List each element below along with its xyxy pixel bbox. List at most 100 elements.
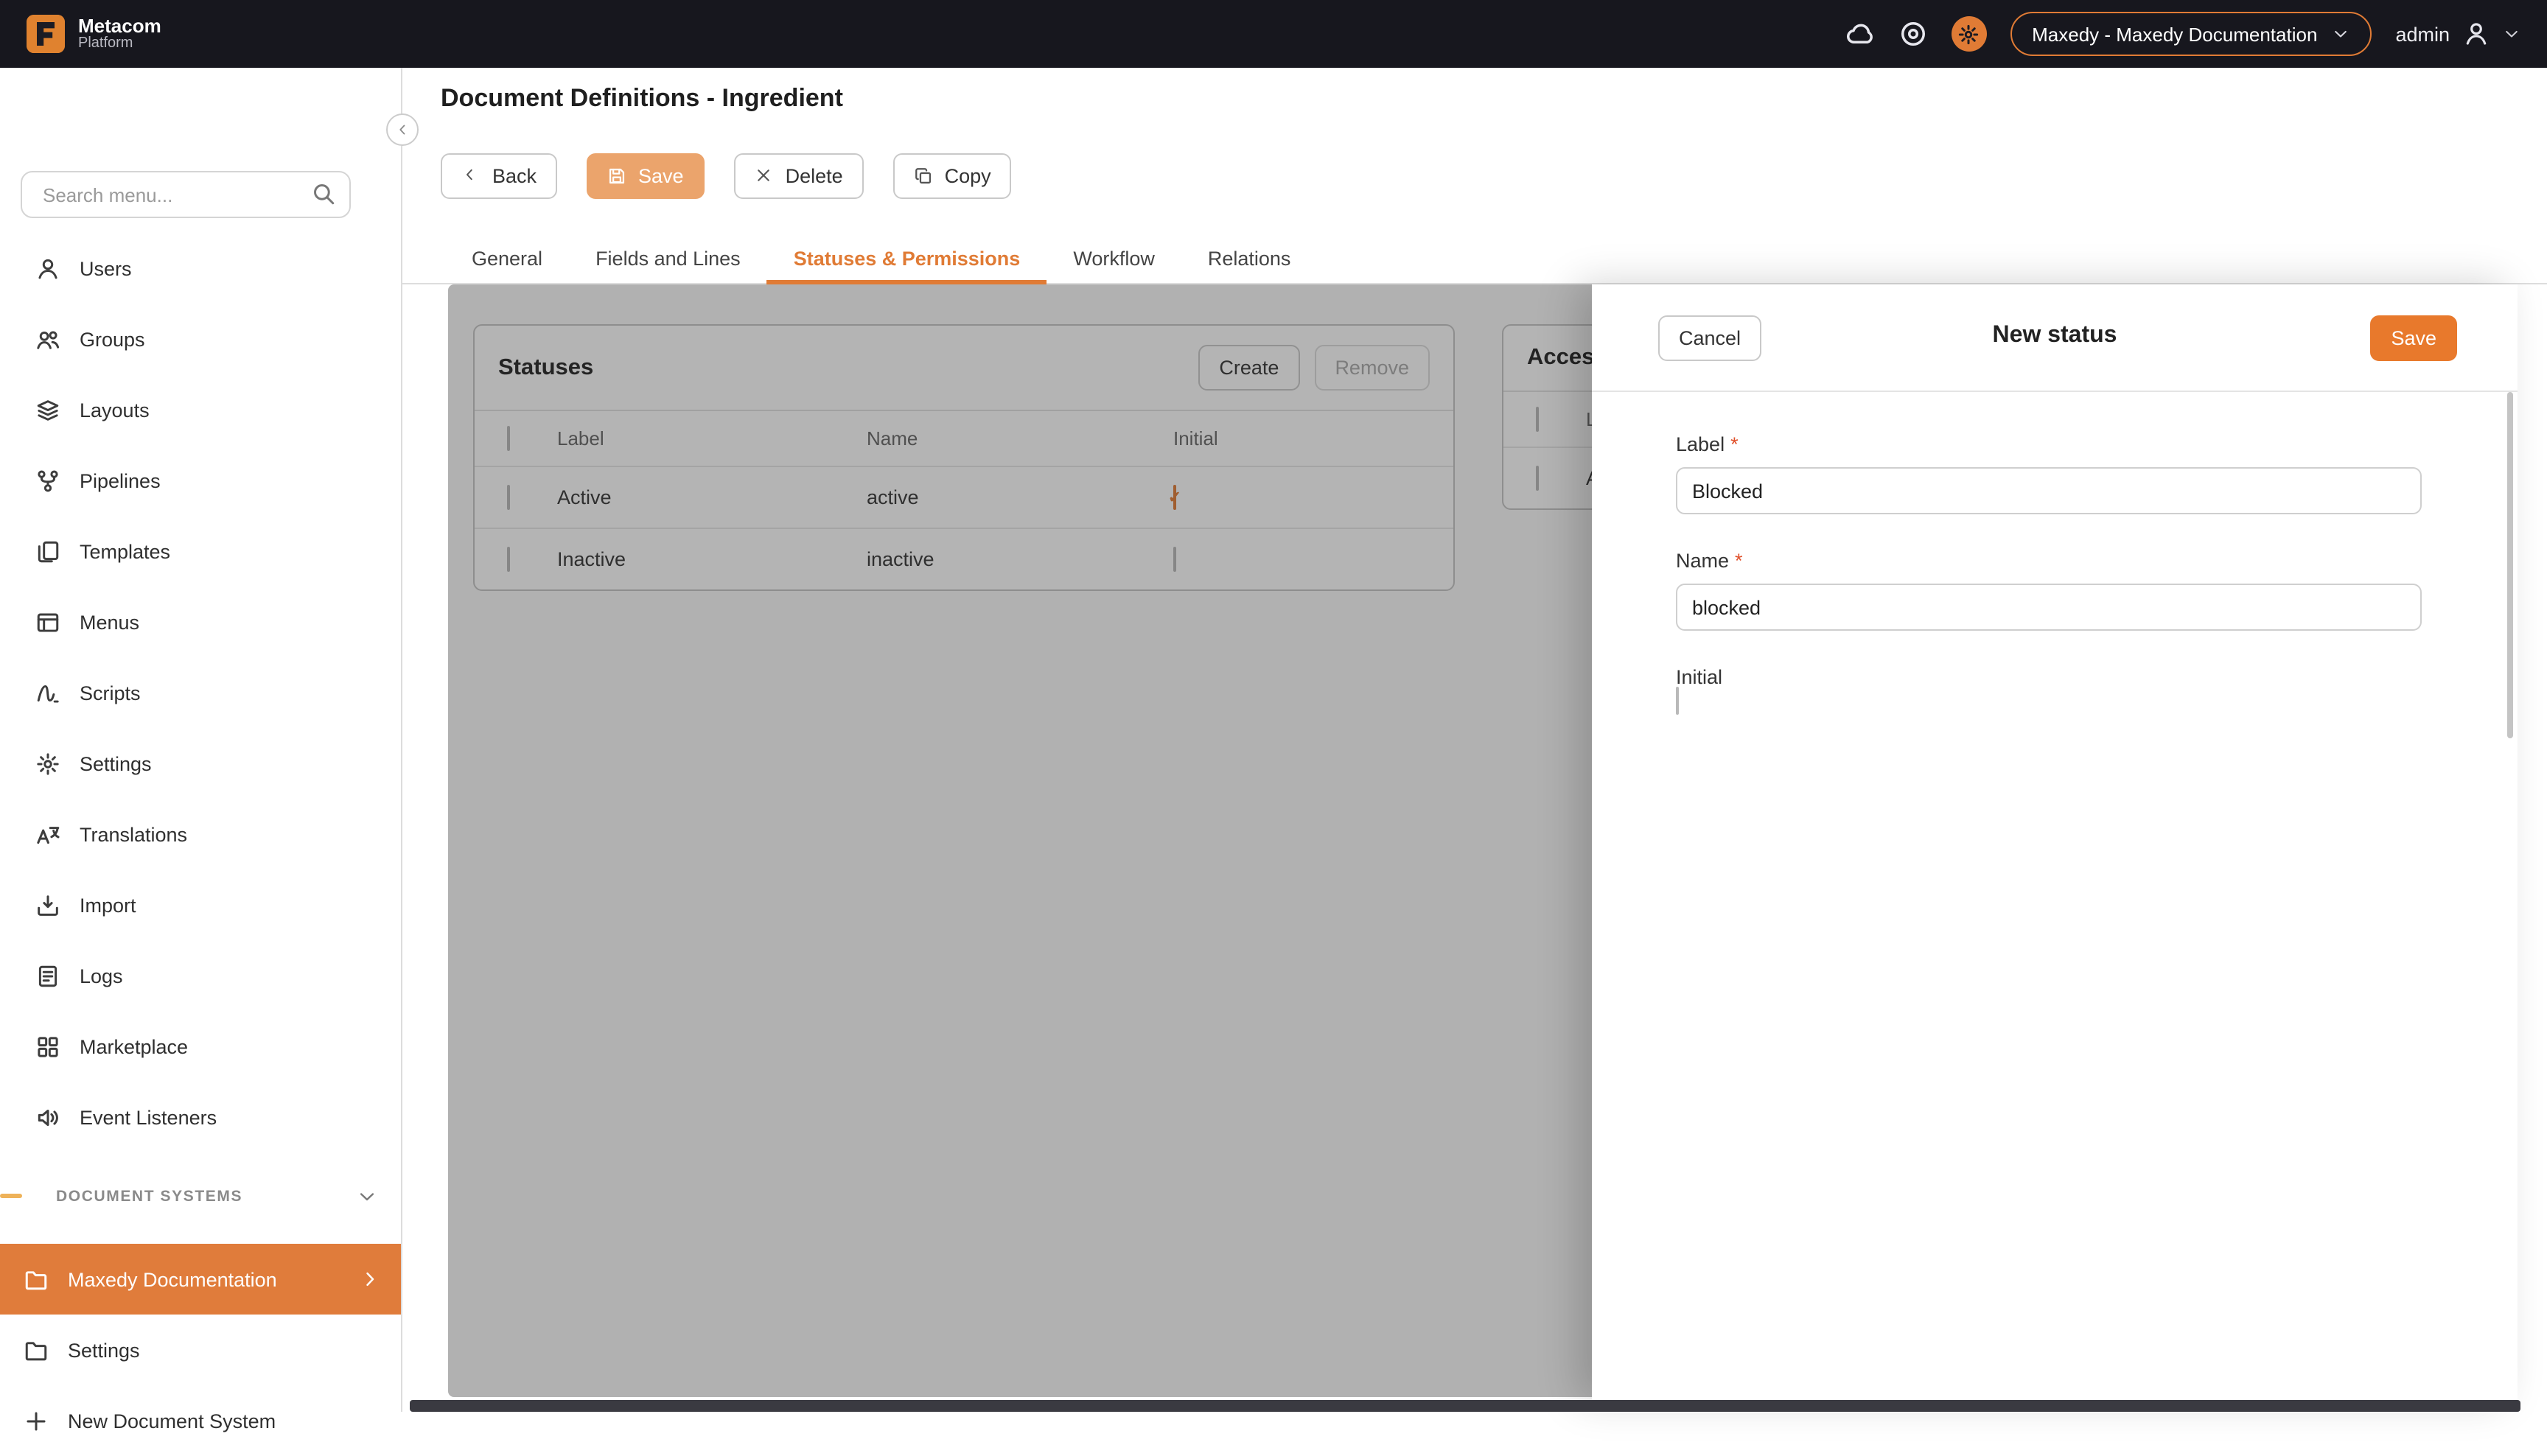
gear-icon[interactable] [1951,16,1986,52]
initial-field-label: Initial [1676,666,2518,688]
sidebar-item-label: Layouts [80,399,150,421]
sidebar-item-settings[interactable]: Settings [0,728,401,799]
topbar-right: Maxedy - Maxedy Documentation admin [1845,12,2520,56]
horizontal-scrollbar[interactable] [410,1400,2520,1412]
sidebar-item-logs[interactable]: Logs [0,940,401,1011]
field-label-text: Initial [1676,666,1722,688]
logs-icon [35,963,60,988]
sidebar-item-new-document-system[interactable]: New Document System [0,1385,401,1456]
field-label-text: Label [1676,433,1725,455]
modal-save-button[interactable]: Save [2370,315,2457,361]
section-label: DOCUMENT SYSTEMS [56,1188,242,1205]
metacom-logo-icon [27,15,65,53]
sidebar-collapse-button[interactable] [386,113,419,146]
megaphone-icon [35,1105,60,1130]
folder-icon [24,1267,49,1292]
search-input[interactable] [21,171,351,218]
sidebar-item-layouts[interactable]: Layouts [0,374,401,445]
system-selector[interactable]: Maxedy - Maxedy Documentation [2010,12,2372,56]
tab-label: Workflow [1073,247,1155,269]
sidebar-item-menus[interactable]: Menus [0,587,401,657]
import-icon [35,892,60,917]
new-status-modal: Cancel New status Save Label * Name * [1592,284,2518,1400]
system-selector-label: Maxedy - Maxedy Documentation [2032,23,2317,45]
menus-icon [35,609,60,634]
sidebar-item-translations[interactable]: Translations [0,799,401,869]
sidebar-item-label: Settings [80,752,152,774]
section-accent-dash [0,1194,22,1198]
name-field-group: Name * [1676,550,2518,631]
translate-icon [35,822,60,847]
user-icon [35,256,60,281]
section-document-systems[interactable]: DOCUMENT SYSTEMS [0,1176,401,1217]
label-field[interactable] [1676,467,2422,514]
page-toolbar: Back Save Delete Copy [441,153,1012,199]
sidebar-item-label: Templates [80,540,170,562]
sidebar-item-marketplace[interactable]: Marketplace [0,1011,401,1082]
disc-icon[interactable] [1898,19,1927,49]
brand: Metacom Platform [27,15,161,53]
tab-label: Relations [1208,247,1291,269]
detail-tabs: General Fields and Lines Statuses & Perm… [445,231,1317,284]
sidebar-item-users[interactable]: Users [0,233,401,304]
label-field-label: Label * [1676,433,2518,455]
modal-scrollbar[interactable] [2507,392,2513,738]
scripts-icon [35,680,60,705]
modal-save-label: Save [2391,327,2436,349]
save-button[interactable]: Save [587,153,705,199]
username: admin [2395,23,2450,45]
sidebar-item-label: Event Listeners [80,1106,217,1128]
back-button[interactable]: Back [441,153,557,199]
sidebar-item-label: Maxedy Documentation [68,1268,277,1290]
user-icon [2462,19,2491,49]
name-field[interactable] [1676,584,2422,631]
save-icon [607,167,626,186]
chevron-down-icon [357,1186,377,1207]
brand-name: Metacom [78,16,161,36]
copy-button[interactable]: Copy [893,153,1012,199]
chevron-left-icon [461,167,481,186]
sidebar-item-maxedy-documentation[interactable]: Maxedy Documentation [0,1244,401,1315]
sidebar-nav: Users Groups Layouts Pipelines Templates… [0,233,401,1152]
tab-statuses-and-permissions[interactable]: Statuses & Permissions [767,231,1047,284]
sidebar-item-docsystem-settings[interactable]: Settings [0,1315,401,1385]
tab-workflow[interactable]: Workflow [1047,231,1181,284]
tab-label: General [472,247,542,269]
required-asterisk: * [1735,550,1743,572]
tab-general[interactable]: General [445,231,569,284]
sidebar-item-import[interactable]: Import [0,869,401,940]
delete-button[interactable]: Delete [734,153,864,199]
cloud-icon[interactable] [1845,19,1874,49]
sidebar-item-label: Import [80,894,136,916]
sidebar-item-event-listeners[interactable]: Event Listeners [0,1082,401,1152]
initial-checkbox[interactable] [1676,687,1679,715]
label-field-group: Label * [1676,433,2518,514]
save-button-label: Save [638,165,684,187]
user-menu[interactable]: admin [2395,19,2520,49]
topbar: Metacom Platform Maxedy - Maxedy Documen… [0,0,2547,68]
brand-subtitle: Platform [78,36,161,52]
tab-relations[interactable]: Relations [1181,231,1318,284]
application-window: Metacom Platform Maxedy - Maxedy Documen… [0,0,2547,1412]
sidebar-item-label: Scripts [80,682,141,704]
pipeline-icon [35,468,60,493]
layers-icon [35,397,60,422]
sidebar-item-scripts[interactable]: Scripts [0,657,401,728]
sidebar-item-templates[interactable]: Templates [0,516,401,587]
chevron-down-icon [2503,25,2520,43]
name-field-label: Name * [1676,550,2518,572]
chevron-right-icon [360,1269,380,1289]
sidebar-item-groups[interactable]: Groups [0,304,401,374]
tab-fields-and-lines[interactable]: Fields and Lines [569,231,767,284]
sidebar-item-label: Translations [80,823,187,845]
modal-body: Label * Name * Initial [1592,392,2518,715]
back-button-label: Back [492,165,537,187]
copy-icon [914,167,933,186]
sidebar: Users Groups Layouts Pipelines Templates… [0,68,402,1412]
sidebar-item-label: Users [80,257,132,279]
cancel-button[interactable]: Cancel [1658,315,1761,361]
sidebar-item-label: Menus [80,611,139,633]
sidebar-item-pipelines[interactable]: Pipelines [0,445,401,516]
close-icon [755,167,774,186]
grid-icon [35,1034,60,1059]
